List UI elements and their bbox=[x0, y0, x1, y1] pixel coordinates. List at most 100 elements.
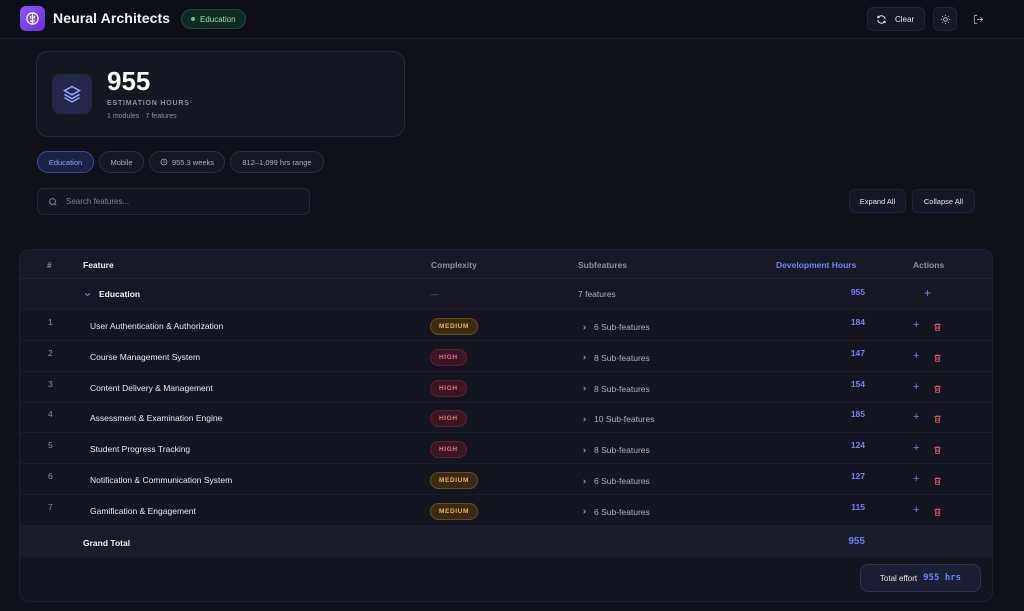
subfeatures-label: 6 Sub-features bbox=[594, 476, 650, 486]
table-row[interactable]: 2 Course Management System HIGH 8 Sub-featu… bbox=[20, 341, 992, 372]
clear-button[interactable]: Clear bbox=[867, 7, 925, 31]
grand-total-hours: 955 bbox=[848, 536, 865, 547]
feature-hours[interactable]: 127 bbox=[820, 471, 865, 481]
add-subfeature-button[interactable]: + bbox=[913, 504, 919, 516]
add-feature-button[interactable]: + bbox=[924, 286, 931, 300]
row-number: 4 bbox=[48, 409, 53, 420]
delete-feature-button[interactable] bbox=[933, 319, 942, 337]
delete-feature-button[interactable] bbox=[933, 442, 942, 460]
delete-feature-button[interactable] bbox=[933, 350, 942, 368]
add-subfeature-button[interactable]: + bbox=[913, 319, 919, 331]
add-subfeature-button[interactable]: + bbox=[913, 350, 919, 362]
grand-total-label: Grand Total bbox=[83, 538, 131, 548]
delete-feature-button[interactable] bbox=[933, 411, 942, 429]
chip-label: Mobile bbox=[110, 157, 133, 167]
table-row[interactable]: 1 User Authentication & Authorization MEDI… bbox=[20, 310, 992, 341]
complexity-badge: MEDIUM bbox=[430, 502, 478, 520]
group-complexity: — bbox=[430, 289, 439, 299]
search-input[interactable] bbox=[66, 197, 286, 206]
chevron-right-icon bbox=[583, 448, 586, 453]
total-effort-pill: Total effort 955 hrs bbox=[860, 564, 981, 592]
subfeatures-toggle[interactable]: 8 Sub-features bbox=[581, 445, 650, 455]
delete-feature-button[interactable] bbox=[933, 381, 942, 399]
chevron-right-icon bbox=[583, 478, 586, 484]
subfeatures-toggle[interactable]: 10 Sub-features bbox=[581, 414, 654, 424]
feature-name[interactable]: Student Progress Tracking bbox=[90, 444, 190, 454]
header-complexity[interactable]: Complexity bbox=[431, 260, 477, 270]
subfeatures-label: 6 Sub-features bbox=[594, 506, 650, 517]
table-row[interactable]: 6 Notification & Communication System MEDI… bbox=[20, 464, 992, 495]
subfeatures-toggle[interactable]: 8 Sub-features bbox=[581, 353, 650, 363]
row-number: 1 bbox=[48, 317, 53, 327]
feature-hours[interactable]: 184 bbox=[820, 317, 865, 327]
feature-name[interactable]: Content Delivery & Management bbox=[90, 383, 213, 393]
header-subfeatures[interactable]: Subfeatures bbox=[578, 260, 627, 270]
delete-feature-button[interactable] bbox=[933, 504, 942, 522]
chevron-right-icon bbox=[583, 386, 586, 391]
chevron-down-icon[interactable] bbox=[83, 290, 92, 299]
subfeatures-toggle[interactable]: 8 Sub-features bbox=[581, 384, 650, 394]
feature-hours[interactable]: 154 bbox=[820, 379, 865, 389]
subfeatures-toggle[interactable]: 6 Sub-features bbox=[581, 507, 650, 517]
chip-weeks[interactable]: 955.3 weeks bbox=[149, 151, 225, 173]
feature-name[interactable]: Assessment & Examination Engine bbox=[90, 413, 222, 423]
chevron-right-icon bbox=[583, 417, 586, 422]
table-row[interactable]: 5 Student Progress Tracking HIGH 8 Sub-feat… bbox=[20, 433, 992, 465]
complexity-badge: MEDIUM bbox=[430, 318, 478, 335]
add-subfeature-button[interactable]: + bbox=[913, 473, 919, 485]
status-dot-icon bbox=[191, 17, 195, 21]
feature-name[interactable]: Course Management System bbox=[90, 352, 200, 362]
feature-hours[interactable]: 147 bbox=[820, 348, 865, 358]
total-effort-label: Total effort bbox=[879, 573, 918, 583]
total-effort-value: 955 hrs bbox=[923, 573, 962, 583]
feature-hours[interactable]: 115 bbox=[820, 502, 865, 512]
clock-icon bbox=[160, 158, 168, 166]
add-subfeature-button[interactable]: + bbox=[913, 442, 919, 454]
trash-icon bbox=[934, 385, 941, 393]
add-subfeature-button[interactable]: + bbox=[913, 411, 919, 423]
subfeatures-toggle[interactable]: 6 Sub-features bbox=[581, 322, 650, 332]
feature-hours[interactable]: 124 bbox=[820, 440, 865, 450]
chevron-right-icon bbox=[583, 509, 586, 514]
row-number: 7 bbox=[48, 501, 53, 512]
brain-icon[interactable] bbox=[20, 6, 45, 31]
feature-hours[interactable]: 185 bbox=[820, 409, 865, 419]
table-row[interactable]: 4 Assessment & Examination Engine HIGH 10 S… bbox=[20, 402, 992, 434]
trash-icon bbox=[934, 354, 941, 362]
group-row-education[interactable]: Education — 7 features 955 + bbox=[20, 279, 992, 310]
subfeatures-toggle[interactable]: 6 Sub-features bbox=[581, 476, 650, 486]
complexity-badge: HIGH bbox=[430, 379, 467, 397]
subfeatures-label: 10 Sub-features bbox=[594, 414, 655, 425]
row-number: 2 bbox=[48, 347, 53, 358]
header-development-hours[interactable]: Development Hours bbox=[776, 260, 856, 270]
subfeatures-label: 8 Sub-features bbox=[594, 445, 650, 456]
trash-icon bbox=[934, 508, 941, 516]
search-box[interactable] bbox=[37, 188, 310, 215]
feature-name[interactable]: Notification & Communication System bbox=[90, 475, 232, 485]
expand-all-button[interactable]: Expand All bbox=[849, 189, 906, 213]
logout-button[interactable] bbox=[966, 7, 990, 31]
trash-icon bbox=[934, 446, 941, 454]
group-subfeatures: 7 features bbox=[578, 289, 616, 299]
domain-badge-label: Education bbox=[200, 14, 236, 24]
delete-feature-button[interactable] bbox=[933, 473, 942, 491]
add-subfeature-button[interactable]: + bbox=[913, 381, 919, 393]
theme-toggle-button[interactable] bbox=[933, 7, 957, 31]
refresh-icon bbox=[877, 14, 886, 24]
table-row[interactable]: 7 Gamification & Engagement MEDIUM 6 Sub-fe… bbox=[20, 495, 992, 526]
complexity-badge: HIGH bbox=[430, 348, 467, 366]
chip-education[interactable]: Education bbox=[37, 151, 94, 173]
collapse-all-label: Collapse All bbox=[923, 196, 964, 206]
estimation-hours-caption: ESTIMATION HOURS bbox=[107, 100, 190, 107]
feature-name[interactable]: Gamification & Engagement bbox=[90, 506, 196, 516]
header-feature[interactable]: Feature bbox=[83, 260, 114, 270]
chip-hours-range[interactable]: 812–1,099 hrs range bbox=[230, 151, 324, 173]
complexity-badge: MEDIUM bbox=[430, 472, 478, 489]
collapse-all-button[interactable]: Collapse All bbox=[912, 189, 975, 213]
layers-icon bbox=[52, 74, 92, 114]
table-row[interactable]: 3 Content Delivery & Management HIGH 8 Sub-… bbox=[20, 372, 992, 403]
subfeatures-label: 8 Sub-features bbox=[594, 352, 650, 363]
feature-name[interactable]: User Authentication & Authorization bbox=[90, 321, 223, 331]
chevron-right-icon bbox=[583, 355, 586, 360]
chip-mobile[interactable]: Mobile bbox=[99, 151, 144, 173]
